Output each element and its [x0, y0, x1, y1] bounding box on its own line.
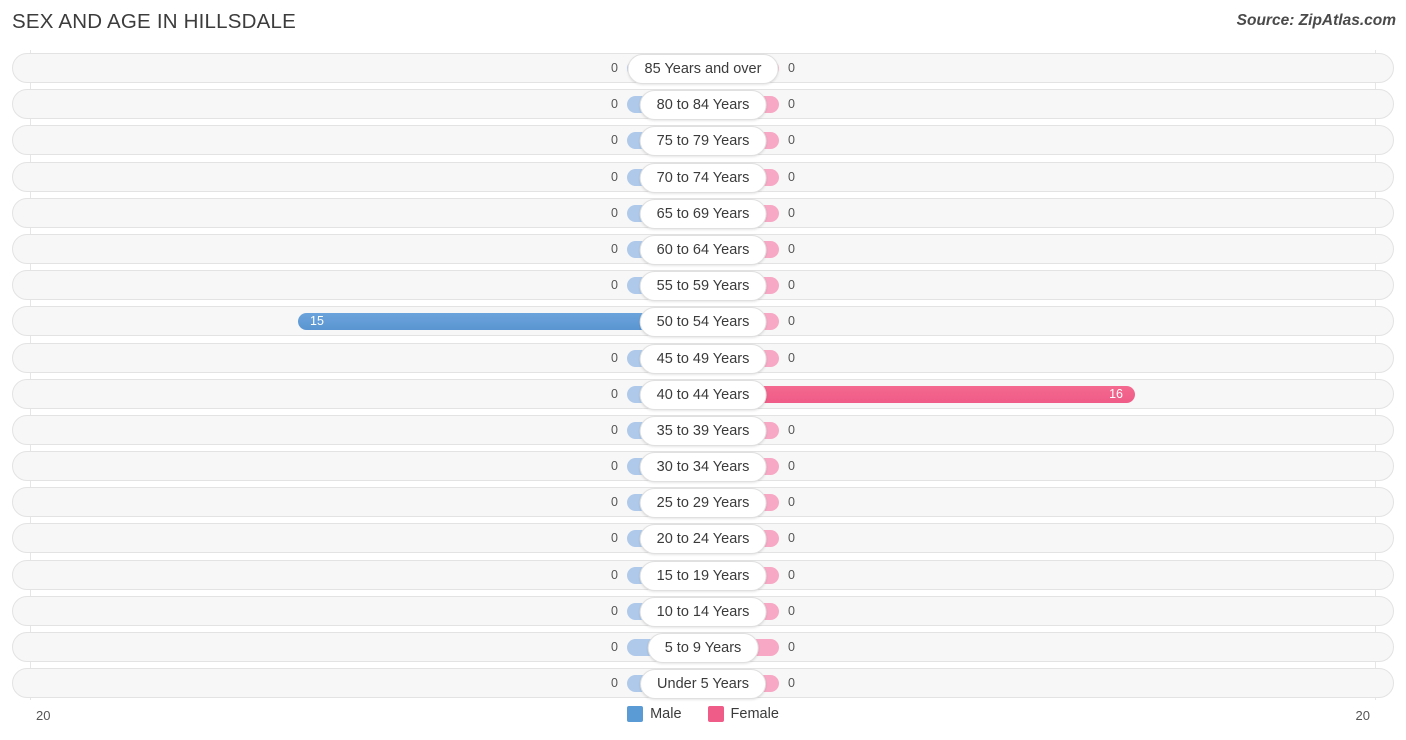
female-value-label: 0: [788, 97, 795, 112]
table-row[interactable]: 0 0 35 to 39 Years: [0, 412, 1406, 448]
age-group-label: 40 to 44 Years: [639, 379, 767, 410]
age-group-label: 80 to 84 Years: [639, 90, 767, 121]
female-value-label: 0: [788, 169, 795, 184]
male-value-label: 0: [611, 350, 618, 365]
female-value-label: 0: [788, 205, 795, 220]
table-row[interactable]: 0 0 10 to 14 Years: [0, 593, 1406, 629]
female-value-label: 0: [788, 676, 795, 691]
female-value-label: 0: [788, 603, 795, 618]
female-value-label: 0: [788, 241, 795, 256]
female-value-label: 0: [788, 422, 795, 437]
age-group-label: 30 to 34 Years: [639, 452, 767, 483]
chart-legend: Male Female: [0, 706, 1406, 722]
male-value-label: 0: [611, 133, 618, 148]
female-value-label: 0: [788, 495, 795, 510]
male-value-label: 0: [611, 459, 618, 474]
male-value-label: 0: [611, 495, 618, 510]
male-value-label: 0: [611, 169, 618, 184]
table-row[interactable]: 0 0 60 to 64 Years: [0, 231, 1406, 267]
table-row[interactable]: 0 0 45 to 49 Years: [0, 340, 1406, 376]
male-value-label: 0: [611, 97, 618, 112]
male-color-swatch-icon: [627, 706, 644, 722]
female-value-label: 0: [788, 314, 795, 329]
table-row[interactable]: 0 0 85 Years and over: [0, 50, 1406, 86]
age-group-label: 10 to 14 Years: [639, 596, 767, 627]
female-value-label: 0: [788, 640, 795, 654]
chart-plot-area: 0 0 85 Years and over 0 0 80 to 84 Years 0 0 75 …: [0, 50, 1406, 700]
female-value-label: 0: [788, 61, 795, 75]
male-value-label: 0: [611, 61, 618, 75]
age-group-label: 25 to 29 Years: [639, 488, 767, 519]
male-bar-value: 15: [310, 314, 324, 329]
table-row[interactable]: 0 0 75 to 79 Years: [0, 122, 1406, 158]
male-value-label: 0: [611, 567, 618, 582]
female-bar-value: 16: [1109, 386, 1123, 401]
age-group-label: 75 to 79 Years: [639, 126, 767, 157]
male-value-label: 0: [611, 676, 618, 691]
table-row[interactable]: 0 0 55 to 59 Years: [0, 267, 1406, 303]
source-attribution: Source: ZipAtlas.com: [1236, 12, 1396, 29]
table-row[interactable]: 0 16 40 to 44 Years: [0, 376, 1406, 412]
legend-label-male: Male: [650, 706, 682, 722]
table-row[interactable]: 0 0 30 to 34 Years: [0, 448, 1406, 484]
age-group-rows: 0 0 85 Years and over 0 0 80 to 84 Years 0 0 75 …: [0, 50, 1406, 701]
age-group-label: 5 to 9 Years: [647, 633, 759, 663]
male-value-label: 0: [611, 278, 618, 293]
chart-header: SEX AND AGE IN HILLSDALE Source: ZipAtla…: [0, 0, 1406, 46]
table-row[interactable]: 0 0 Under 5 Years: [0, 665, 1406, 701]
age-group-label: 70 to 74 Years: [639, 162, 767, 193]
male-value-label: 0: [611, 531, 618, 546]
female-value-label: 0: [788, 278, 795, 293]
female-value-label: 0: [788, 133, 795, 148]
table-row[interactable]: 15 0 50 to 54 Years: [0, 303, 1406, 339]
age-group-label: Under 5 Years: [640, 669, 766, 700]
male-value-label: 0: [611, 603, 618, 618]
male-value-label: 0: [611, 386, 618, 401]
female-bar: 16: [703, 385, 1135, 403]
page-title: SEX AND AGE IN HILLSDALE: [12, 10, 296, 33]
age-group-label: 55 to 59 Years: [639, 271, 767, 302]
table-row[interactable]: 0 0 5 to 9 Years: [0, 629, 1406, 665]
age-group-label: 45 to 49 Years: [639, 343, 767, 374]
male-value-label: 0: [611, 422, 618, 437]
table-row[interactable]: 0 0 15 to 19 Years: [0, 557, 1406, 593]
table-row[interactable]: 0 0 80 to 84 Years: [0, 86, 1406, 122]
age-group-label: 50 to 54 Years: [639, 307, 767, 338]
male-value-label: 0: [611, 640, 618, 654]
legend-item-male[interactable]: Male: [627, 706, 682, 722]
table-row[interactable]: 0 0 70 to 74 Years: [0, 159, 1406, 195]
female-value-label: 0: [788, 531, 795, 546]
chart-footer: 20 20 Male Female: [0, 700, 1406, 740]
legend-label-female: Female: [730, 706, 779, 722]
female-value-label: 0: [788, 567, 795, 582]
female-value-label: 0: [788, 350, 795, 365]
age-group-label: 85 Years and over: [627, 54, 779, 84]
age-group-label: 65 to 69 Years: [639, 198, 767, 229]
age-group-label: 60 to 64 Years: [639, 234, 767, 265]
table-row[interactable]: 0 0 20 to 24 Years: [0, 520, 1406, 556]
age-group-label: 35 to 39 Years: [639, 415, 767, 446]
age-group-label: 15 to 19 Years: [639, 560, 767, 591]
age-group-label: 20 to 24 Years: [639, 524, 767, 555]
female-color-swatch-icon: [707, 706, 724, 722]
table-row[interactable]: 0 0 65 to 69 Years: [0, 195, 1406, 231]
male-value-label: 0: [611, 241, 618, 256]
male-value-label: 0: [611, 205, 618, 220]
female-value-label: 0: [788, 459, 795, 474]
legend-item-female[interactable]: Female: [707, 706, 779, 722]
table-row[interactable]: 0 0 25 to 29 Years: [0, 484, 1406, 520]
